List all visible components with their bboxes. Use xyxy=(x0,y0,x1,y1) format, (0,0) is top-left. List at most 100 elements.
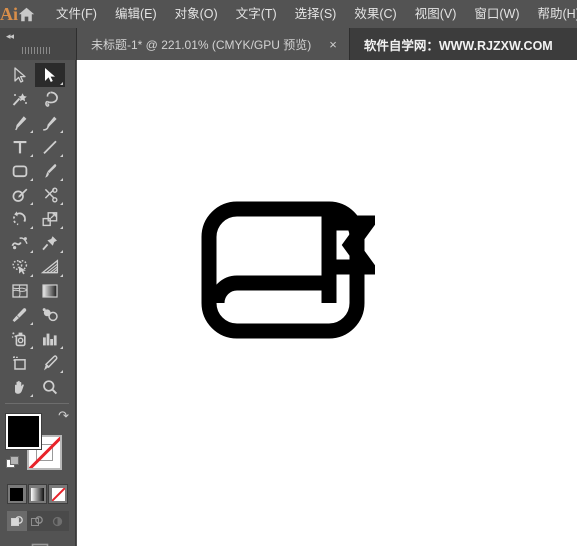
change-screen-mode[interactable] xyxy=(0,539,76,546)
menu-file[interactable]: 文件(F) xyxy=(47,2,106,26)
hand-tool[interactable] xyxy=(5,375,35,399)
free-transform-tool[interactable] xyxy=(35,231,65,255)
artboard-tool[interactable] xyxy=(5,351,35,375)
color-mode-gradient[interactable] xyxy=(27,484,48,504)
menu-select[interactable]: 选择(S) xyxy=(286,2,346,26)
tools-panel: ↷ xyxy=(0,60,76,546)
menu-edit[interactable]: 编辑(E) xyxy=(106,2,166,26)
draw-normal[interactable] xyxy=(7,511,27,531)
fill-swatch[interactable] xyxy=(6,414,41,449)
tool-flyout-indicator xyxy=(30,154,33,157)
tool-flyout-indicator xyxy=(30,250,33,253)
zoom-tool[interactable] xyxy=(35,375,65,399)
tool-grid xyxy=(5,63,69,399)
solid-color-icon xyxy=(10,487,24,501)
paintbrush-tool[interactable] xyxy=(35,159,65,183)
symbol-sprayer-icon xyxy=(10,330,30,348)
pen-tool[interactable] xyxy=(5,111,35,135)
shape-builder-tool[interactable] xyxy=(5,255,35,279)
tool-flyout-indicator xyxy=(60,154,63,157)
menu-bar: Ai 文件(F) 编辑(E) 对象(O) 文字(T) 选择(S) 效果(C) 视图(V) 窗口… xyxy=(0,0,577,28)
tool-flyout-indicator xyxy=(60,226,63,229)
scale-icon xyxy=(40,210,60,228)
default-fill-stroke-icon[interactable] xyxy=(6,456,19,469)
collapse-panel-icon[interactable]: ◂◂ xyxy=(6,31,14,42)
close-icon[interactable]: × xyxy=(325,38,341,51)
artboard-icon xyxy=(10,354,30,372)
document-tab[interactable]: 未标题-1* @ 221.01% (CMYK/GPU 预览) × xyxy=(77,28,350,60)
type-tool[interactable] xyxy=(5,135,35,159)
rotate-icon xyxy=(10,210,30,228)
width-warp-tool[interactable] xyxy=(5,231,35,255)
arrow-outline-icon xyxy=(10,66,30,84)
slice-knife-icon xyxy=(40,354,60,372)
menu-object[interactable]: 对象(O) xyxy=(166,2,227,26)
slice-tool[interactable] xyxy=(35,351,65,375)
lasso-tool[interactable] xyxy=(35,87,65,111)
menu-type[interactable]: 文字(T) xyxy=(227,2,286,26)
fill-stroke-controls: ↷ xyxy=(6,408,70,480)
magic-wand-icon xyxy=(10,90,30,108)
scissors-eraser-tool[interactable] xyxy=(35,183,65,207)
app-logo-ai: Ai xyxy=(0,3,18,24)
tool-flyout-indicator xyxy=(60,370,63,373)
gradient-tool[interactable] xyxy=(35,279,65,303)
color-mode-bar xyxy=(7,484,69,506)
rounded-rectangle-icon xyxy=(10,162,30,180)
menu-view[interactable]: 视图(V) xyxy=(406,2,466,26)
menu-window[interactable]: 窗口(W) xyxy=(465,2,528,26)
perspective-grid-tool[interactable] xyxy=(35,255,65,279)
rectangle-tool[interactable] xyxy=(5,159,35,183)
curvature-tool[interactable] xyxy=(35,111,65,135)
tool-flyout-indicator xyxy=(30,226,33,229)
shaper-pencil-tool[interactable] xyxy=(5,183,35,207)
direct-selection-tool[interactable] xyxy=(35,63,65,87)
paintbrush-icon xyxy=(40,162,60,180)
pushpin-icon xyxy=(40,234,60,252)
tool-flyout-indicator xyxy=(60,346,63,349)
shape-builder-icon xyxy=(10,258,30,276)
tool-flyout-indicator xyxy=(60,250,63,253)
column-graph-tool[interactable] xyxy=(35,327,65,351)
bar-graph-icon xyxy=(40,330,60,348)
mesh-tool[interactable] xyxy=(5,279,35,303)
tool-flyout-indicator xyxy=(30,394,33,397)
color-mode-solid[interactable] xyxy=(7,484,27,504)
eyedropper-tool[interactable] xyxy=(5,303,35,327)
line-icon xyxy=(40,138,60,156)
document-canvas[interactable] xyxy=(77,60,577,546)
home-icon[interactable] xyxy=(18,0,35,28)
color-mode-none[interactable] xyxy=(48,484,69,504)
gradient-icon xyxy=(40,282,60,300)
site-watermark-tab[interactable]: 软件自学网：WWW.RJZXW.COM xyxy=(349,28,577,60)
artwork-svg xyxy=(201,201,382,339)
toolbar-separator xyxy=(5,403,69,404)
tool-flyout-indicator xyxy=(60,202,63,205)
menu-help[interactable]: 帮助(H) xyxy=(529,2,577,26)
menu-effect[interactable]: 效果(C) xyxy=(345,2,405,26)
tool-flyout-indicator xyxy=(60,130,63,133)
line-segment-tool[interactable] xyxy=(35,135,65,159)
tool-flyout-indicator xyxy=(30,322,33,325)
scissors-icon xyxy=(40,186,60,204)
symbol-sprayer-tool[interactable] xyxy=(5,327,35,351)
hand-icon xyxy=(10,378,30,396)
draw-inside[interactable] xyxy=(47,511,67,531)
scale-tool[interactable] xyxy=(35,207,65,231)
draw-behind[interactable] xyxy=(27,511,47,531)
site-watermark-text: 软件自学网：WWW.RJZXW.COM xyxy=(363,38,553,53)
magic-wand-tool[interactable] xyxy=(5,87,35,111)
panel-drag-grip[interactable] xyxy=(22,47,52,54)
blend-tool[interactable] xyxy=(35,303,65,327)
toolbar-header[interactable]: ◂◂ xyxy=(0,28,77,60)
rotate-tool[interactable] xyxy=(5,207,35,231)
document-tab-title: 未标题-1* @ 221.01% (CMYK/GPU 预览) xyxy=(91,37,312,52)
width-warp-icon xyxy=(10,234,30,252)
mesh-icon xyxy=(10,282,30,300)
selection-tool[interactable] xyxy=(5,63,35,87)
none-swatch-icon xyxy=(51,487,65,501)
artwork-page-fold xyxy=(209,275,337,304)
swap-arrow-icon[interactable]: ↷ xyxy=(58,408,69,424)
bookmark-note-artwork[interactable] xyxy=(195,195,382,350)
eyedropper-icon xyxy=(10,306,30,324)
